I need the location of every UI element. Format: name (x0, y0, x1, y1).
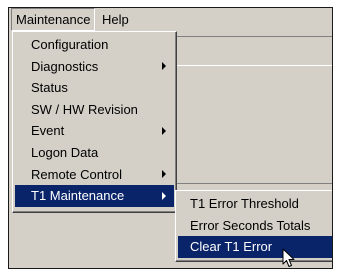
menu-item-label: Diagnostics (31, 58, 99, 74)
menu-bar: Maintenance Help (9, 8, 332, 31)
application-window: Maintenance Help Configuration Diagnosti… (8, 7, 333, 269)
submenu-arrow-icon (162, 191, 166, 200)
menu-item-diagnostics[interactable]: Diagnostics (15, 56, 174, 78)
submenu-arrow-icon (162, 127, 166, 136)
menu-item-label: Error Seconds Totals (190, 217, 311, 233)
submenu-arrow-icon (162, 62, 166, 71)
menu-item-configuration[interactable]: Configuration (15, 34, 174, 56)
menu-item-label: Clear T1 Error (190, 239, 273, 255)
menu-item-label: Configuration (31, 37, 109, 52)
menu-help[interactable]: Help (98, 8, 133, 31)
maintenance-dropdown: Configuration Diagnostics Status SW / HW… (12, 31, 177, 213)
menu-item-error-seconds-totals[interactable]: Error Seconds Totals (178, 215, 332, 237)
menu-item-sw-hw-revision[interactable]: SW / HW Revision (15, 99, 174, 121)
menu-item-t1-error-threshold[interactable]: T1 Error Threshold (178, 193, 332, 215)
menu-item-label: Logon Data (31, 144, 99, 160)
t1-maintenance-submenu: T1 Error Threshold Error Seconds Totals … (175, 190, 332, 262)
submenu-arrow-icon (162, 170, 166, 179)
menu-maintenance[interactable]: Maintenance (11, 8, 96, 31)
menu-item-label: Remote Control (31, 166, 123, 182)
menu-item-event[interactable]: Event (15, 120, 174, 142)
menu-item-clear-t1-error[interactable]: Clear T1 Error (178, 236, 332, 258)
mouse-pointer-icon (282, 248, 295, 267)
menu-item-label: SW / HW Revision (31, 101, 138, 117)
menu-item-label: T1 Error Threshold (190, 196, 299, 211)
menu-item-remote-control[interactable]: Remote Control (15, 164, 174, 186)
menu-item-logon-data[interactable]: Logon Data (15, 142, 174, 164)
menu-item-t1-maintenance[interactable]: T1 Maintenance (15, 185, 174, 207)
menu-item-label: Status (31, 80, 68, 96)
menu-item-label: Event (31, 123, 65, 139)
menu-item-label: T1 Maintenance (31, 188, 125, 204)
background-panel (177, 36, 332, 66)
menu-item-status[interactable]: Status (15, 77, 174, 99)
